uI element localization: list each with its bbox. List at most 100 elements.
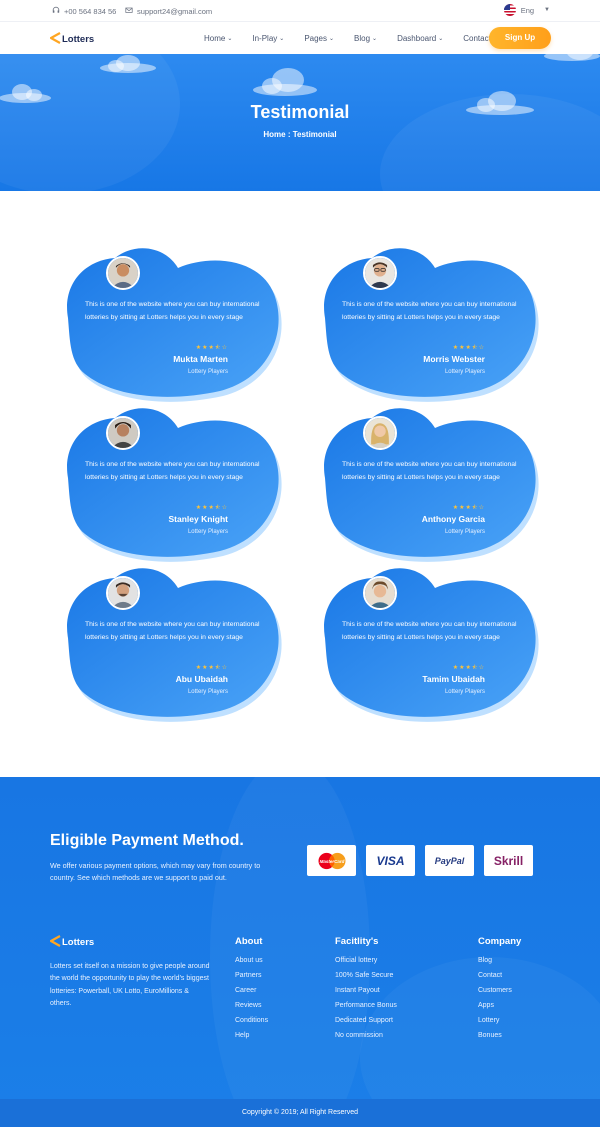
nav-item-dashboard[interactable]: Dashboard ⌄ (397, 34, 443, 43)
visa-label: VISA (376, 853, 405, 868)
avatar (363, 576, 397, 610)
headset-icon (52, 6, 60, 16)
rating-stars: ★★★⯪☆ (452, 505, 485, 511)
testimonial-quote: This is one of the website where you can… (85, 301, 260, 321)
paypal-label: PayPal (434, 855, 465, 866)
caret-down-icon: ▼ (544, 7, 550, 13)
footer-link[interactable]: Career (235, 987, 268, 1002)
footer-link[interactable]: Partners (235, 972, 268, 987)
footer-column-title: About (235, 936, 263, 947)
chevron-down-icon: ⌄ (438, 36, 444, 42)
footer-column-title: Facitlity's (335, 936, 379, 947)
testimonial-quote: This is one of the website where you can… (342, 461, 517, 481)
nav-item-home[interactable]: Home ⌄ (204, 34, 232, 43)
testimonial-quote: This is one of the website where you can… (85, 621, 260, 641)
us-flag-icon (503, 4, 516, 16)
rating-stars: ★★★⯪☆ (452, 345, 485, 351)
footer-link[interactable]: Blog (478, 957, 521, 972)
footer-link[interactable]: Instant Payout (335, 987, 397, 1002)
logo-mark-icon (49, 935, 61, 950)
reviewer-role: Lottery Players (444, 369, 485, 375)
skrill-label: Skrill (493, 853, 524, 868)
footer-link[interactable]: Official lottery (335, 957, 397, 972)
testimonial-card: This is one of the website where you can… (317, 566, 539, 722)
testimonial-card: This is one of the website where you can… (60, 566, 282, 722)
nav-item-contact[interactable]: Contact (463, 34, 491, 43)
skrill-logo[interactable]: Skrill (484, 845, 533, 876)
footer-column-facilities: Facitlity's Official lottery 100% Safe S… (335, 936, 397, 1047)
avatar (363, 256, 397, 290)
footer-link[interactable]: No commission (335, 1032, 397, 1047)
avatar (106, 416, 140, 450)
page-banner: Testimonial Home : Testimonial (0, 54, 600, 191)
footer-link[interactable]: About us (235, 957, 268, 972)
reviewer-name: Tamim Ubaidah (422, 674, 485, 684)
sign-up-button[interactable]: Sign Up (489, 27, 551, 49)
reviewer-name: Abu Ubaidah (175, 674, 228, 684)
footer-link[interactable]: Help (235, 1032, 268, 1047)
footer-link[interactable]: Contact (478, 972, 521, 987)
footer-link[interactable]: Dedicated Support (335, 1017, 397, 1032)
email-contact[interactable]: support24@gmail.com (125, 6, 212, 16)
nav-item-pages[interactable]: Pages ⌄ (304, 34, 334, 43)
testimonial-card: This is one of the website where you can… (60, 246, 282, 402)
reviewer-role: Lottery Players (187, 529, 228, 535)
language-label: Eng (520, 5, 535, 15)
breadcrumb[interactable]: Home : Testimonial (0, 130, 600, 139)
footer-logo[interactable]: Lotters (49, 935, 94, 950)
reviewer-role: Lottery Players (444, 689, 485, 695)
footer-link[interactable]: Reviews (235, 1002, 268, 1017)
site-footer: Eligible Payment Method. We offer variou… (0, 777, 600, 1127)
footer-column-title: Company (478, 936, 522, 947)
logo-mark-icon (49, 32, 61, 47)
rating-stars: ★★★⯪☆ (195, 345, 228, 351)
nav-menu: Home ⌄ In-Play ⌄ Pages ⌄ Blog ⌄ Dashboard ⌄ C… (204, 34, 511, 43)
nav-label: Contact (463, 34, 491, 43)
testimonial-quote: This is one of the website where you can… (342, 621, 517, 641)
nav-label: Home (204, 34, 226, 43)
payment-description: We offer various payment options, which … (50, 861, 261, 882)
footer-description: Lotters set itself on a mission to give … (50, 963, 210, 1007)
rating-stars: ★★★⯪☆ (195, 665, 228, 671)
nav-item-in-play[interactable]: In-Play ⌄ (252, 34, 284, 43)
reviewer-name: Mukta Marten (173, 354, 228, 364)
visa-logo[interactable]: VISA (366, 845, 415, 876)
nav-item-blog[interactable]: Blog ⌄ (354, 34, 377, 43)
footer-link[interactable]: Apps (478, 1002, 521, 1017)
avatar (363, 416, 397, 450)
paypal-logo[interactable]: PayPal (425, 845, 474, 876)
reviewer-name: Anthony Garcia (421, 514, 485, 524)
language-selector[interactable]: Eng ▼ (503, 4, 550, 16)
reviewer-role: Lottery Players (444, 529, 485, 535)
chevron-down-icon: ⌄ (279, 36, 285, 42)
avatar (106, 576, 140, 610)
nav-label: Dashboard (397, 34, 437, 43)
svg-text:MasterCard: MasterCard (319, 858, 344, 863)
logo-text: Lotters (62, 34, 95, 45)
footer-link[interactable]: 100% Safe Secure (335, 972, 397, 987)
rating-stars: ★★★⯪☆ (452, 665, 485, 671)
chevron-down-icon: ⌄ (372, 36, 378, 42)
testimonial-quote: This is one of the website where you can… (85, 461, 260, 481)
phone-number: +00 564 834 56 (64, 6, 117, 16)
avatar (106, 256, 140, 290)
site-logo[interactable]: Lotters (49, 32, 95, 47)
footer-link[interactable]: Customers (478, 987, 521, 1002)
footer-link[interactable]: Conditions (235, 1017, 268, 1032)
copyright-bar: Copyright © 2019; All Right Reserved (0, 1099, 600, 1127)
reviewer-name: Stanley Knight (168, 514, 228, 524)
page-title: Testimonial (250, 102, 350, 122)
mastercard-logo[interactable]: MasterCard (307, 845, 356, 876)
testimonial-card: This is one of the website where you can… (317, 406, 539, 562)
payment-title: Eligible Payment Method. (50, 832, 244, 849)
footer-link[interactable]: Lottery (478, 1017, 521, 1032)
testimonial-quote: This is one of the website where you can… (342, 301, 517, 321)
nav-label: Blog (354, 34, 371, 43)
testimonial-card: This is one of the website where you can… (317, 246, 539, 402)
rating-stars: ★★★⯪☆ (195, 505, 228, 511)
phone-contact[interactable]: +00 564 834 56 (52, 6, 116, 16)
nav-label: In-Play (252, 34, 278, 43)
footer-link[interactable]: Performance Bonus (335, 1002, 397, 1017)
footer-link[interactable]: Bonues (478, 1032, 521, 1047)
email-address: support24@gmail.com (137, 6, 213, 16)
